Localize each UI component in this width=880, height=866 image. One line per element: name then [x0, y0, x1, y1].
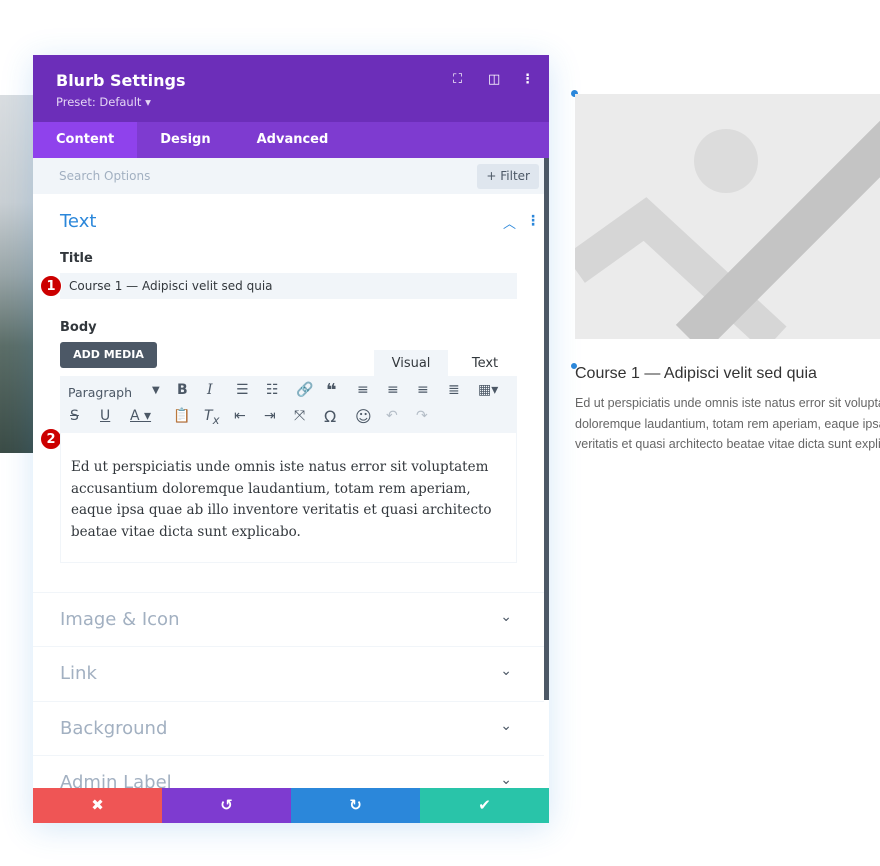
bullet-list-icon[interactable]: ☰	[236, 382, 249, 398]
body-editor[interactable]: Ed ut perspiciatis unde omnis iste natus…	[60, 432, 517, 563]
section-title-text[interactable]: Text	[60, 211, 96, 232]
chevron-down-icon: ⌄	[500, 609, 512, 625]
text-tab[interactable]: Text	[453, 350, 517, 377]
indent-icon[interactable]: ⇥	[264, 408, 276, 424]
search-input[interactable]: Search Options	[59, 169, 150, 183]
redo-button[interactable]: ↻	[291, 788, 420, 823]
preview-body: Ed ut perspiciatis unde omnis iste natus…	[575, 393, 880, 455]
section-label: Background	[60, 718, 168, 739]
align-left-icon[interactable]: ≡	[357, 382, 369, 398]
redo-icon[interactable]: ↷	[416, 408, 428, 424]
panel-header: Blurb Settings Preset: Default ▾ ⛶ ◫ ⋮	[33, 55, 549, 122]
text-color-icon[interactable]: A ▾	[130, 408, 151, 424]
split-view-icon[interactable]: ◫	[488, 72, 500, 87]
numbered-list-icon[interactable]: ☷	[266, 382, 279, 398]
emoji-icon[interactable]: ☺	[355, 407, 372, 426]
tab-design[interactable]: Design	[137, 122, 233, 158]
strikethrough-icon[interactable]: S	[70, 408, 79, 424]
cancel-button[interactable]: ✖	[33, 788, 162, 823]
blurb-settings-panel: Blurb Settings Preset: Default ▾ ⛶ ◫ ⋮ C…	[33, 55, 549, 823]
background-photo	[0, 95, 33, 453]
tab-bar: Content Design Advanced	[33, 122, 549, 158]
image-placeholder	[575, 94, 880, 339]
search-bar: Search Options + Filter	[33, 158, 549, 194]
section-image-icon[interactable]: Image & Icon ⌄	[33, 592, 544, 646]
save-button[interactable]: ✔	[420, 788, 549, 823]
outdent-icon[interactable]: ⇤	[234, 408, 246, 424]
undo-button[interactable]: ↺	[162, 788, 291, 823]
table-icon[interactable]: ▦▾	[478, 382, 498, 398]
preview-body-line: Ed ut perspiciatis unde omnis iste natus…	[575, 396, 880, 410]
section-link[interactable]: Link ⌄	[33, 646, 544, 700]
more-options-icon[interactable]: ⋮	[521, 72, 534, 87]
align-center-icon[interactable]: ≡	[387, 382, 399, 398]
clear-formatting-icon[interactable]: Tx	[204, 408, 219, 427]
scrollbar[interactable]	[544, 158, 549, 700]
section-label: Image & Icon	[60, 609, 180, 630]
italic-icon[interactable]: I	[207, 382, 213, 398]
chevron-up-icon[interactable]: ︿	[503, 213, 516, 232]
panel-title: Blurb Settings	[56, 71, 186, 90]
undo-icon[interactable]: ↶	[386, 408, 398, 424]
body-label: Body	[60, 320, 97, 335]
blockquote-icon[interactable]: ❝	[326, 380, 337, 401]
chevron-down-icon: ⌄	[500, 718, 512, 734]
preview-title: Course 1 — Adipisci velit sed quia	[575, 365, 817, 382]
tab-advanced[interactable]: Advanced	[234, 122, 352, 158]
step-badge-1: 1	[40, 275, 62, 297]
title-input[interactable]: Course 1 — Adipisci velit sed quia	[60, 273, 517, 299]
paste-text-icon[interactable]: 📋	[173, 408, 190, 424]
section-label: Link	[60, 663, 97, 684]
link-icon[interactable]: 🔗	[296, 382, 313, 398]
section-background[interactable]: Background ⌄	[33, 701, 544, 755]
section-menu-icon[interactable]: ⋮	[526, 213, 540, 229]
step-badge-2: 2	[40, 428, 62, 450]
add-media-button[interactable]: ADD MEDIA	[60, 342, 157, 368]
format-dropdown-icon[interactable]: ▼	[152, 385, 160, 396]
panel-footer: ✖ ↺ ↻ ✔	[33, 788, 549, 823]
chevron-down-icon: ⌄	[500, 772, 512, 788]
preset-dropdown[interactable]: Preset: Default ▾	[56, 95, 151, 109]
fullscreen-editor-icon[interactable]: ⤧	[294, 408, 305, 424]
align-right-icon[interactable]: ≡	[417, 382, 429, 398]
fullscreen-icon[interactable]: ⛶	[453, 72, 462, 87]
special-character-icon[interactable]: Ω	[324, 407, 336, 426]
preview-body-line: veritatis et quasi architecto beatae vit…	[575, 437, 880, 451]
chevron-down-icon: ⌄	[500, 663, 512, 679]
justify-icon[interactable]: ≣	[448, 382, 460, 398]
filter-button[interactable]: + Filter	[477, 164, 539, 189]
tab-content[interactable]: Content	[33, 122, 138, 158]
preview-body-line: doloremque laudantium, totam rem aperiam…	[575, 416, 880, 431]
title-label: Title	[60, 251, 93, 266]
underline-icon[interactable]: U	[100, 408, 110, 424]
visual-tab[interactable]: Visual	[374, 350, 448, 377]
bold-icon[interactable]: B	[177, 382, 188, 398]
editor-toolbar: Paragraph ▼ B I ☰ ☷ 🔗 ❝ ≡ ≡ ≡ ≣ ▦▾ S U A…	[60, 376, 517, 432]
format-select[interactable]: Paragraph	[68, 385, 132, 400]
image-placeholder-icon	[575, 120, 880, 339]
